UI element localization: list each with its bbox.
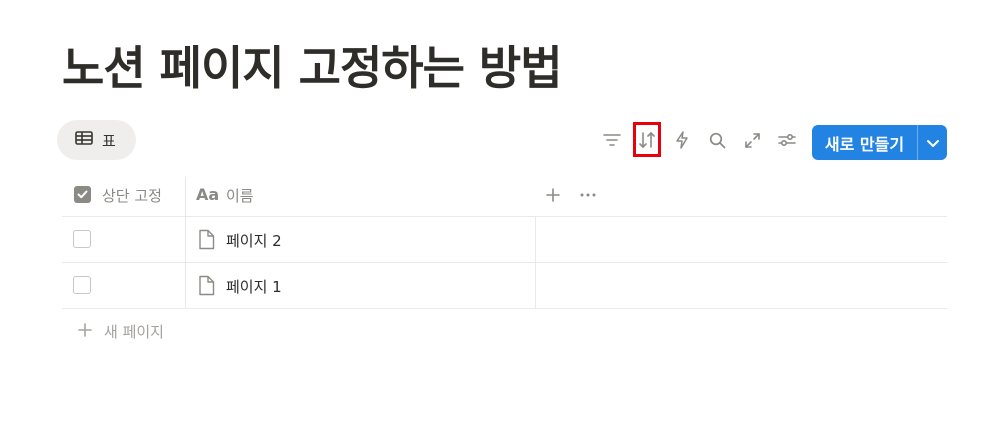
row-pinned-checkbox[interactable]: [73, 276, 91, 294]
title-aa-icon: Aa: [196, 185, 220, 204]
column-divider: [535, 216, 536, 308]
page-title: 노션 페이지 고정하는 방법: [62, 41, 563, 95]
table-icon: [75, 131, 93, 149]
column-divider: [185, 177, 186, 308]
automation-bolt-icon[interactable]: [670, 128, 694, 152]
table-header-divider: [62, 216, 947, 217]
more-options-icon[interactable]: [576, 183, 600, 207]
view-tab-label: 표: [102, 131, 116, 150]
search-icon[interactable]: [705, 128, 729, 152]
sort-highlight-box: [633, 122, 661, 157]
add-new-page-label: 새 페이지: [104, 323, 164, 341]
row-pinned-checkbox[interactable]: [73, 230, 91, 248]
table-row-divider: [62, 262, 947, 263]
page-icon: [198, 275, 215, 300]
checkbox-checked-icon: [74, 186, 91, 203]
new-button-dropdown[interactable]: [918, 125, 947, 160]
column-header-name[interactable]: 이름: [226, 185, 254, 206]
table-row-divider: [62, 308, 947, 309]
chevron-down-icon: [926, 133, 940, 152]
settings-sliders-icon[interactable]: [775, 128, 799, 152]
row-name[interactable]: 페이지 2: [226, 230, 282, 251]
page-icon: [198, 229, 215, 254]
column-header-pinned[interactable]: 상단 고정: [102, 185, 162, 206]
new-button[interactable]: 새로 만들기: [812, 125, 947, 160]
expand-icon[interactable]: [740, 128, 764, 152]
filter-icon[interactable]: [600, 128, 624, 152]
view-tab-table[interactable]: 표: [57, 120, 136, 160]
plus-icon: [78, 322, 92, 341]
new-button-label[interactable]: 새로 만들기: [812, 125, 917, 160]
row-name[interactable]: 페이지 1: [226, 276, 282, 297]
add-new-page-button[interactable]: 새 페이지: [78, 321, 164, 342]
add-column-icon[interactable]: [541, 183, 565, 207]
